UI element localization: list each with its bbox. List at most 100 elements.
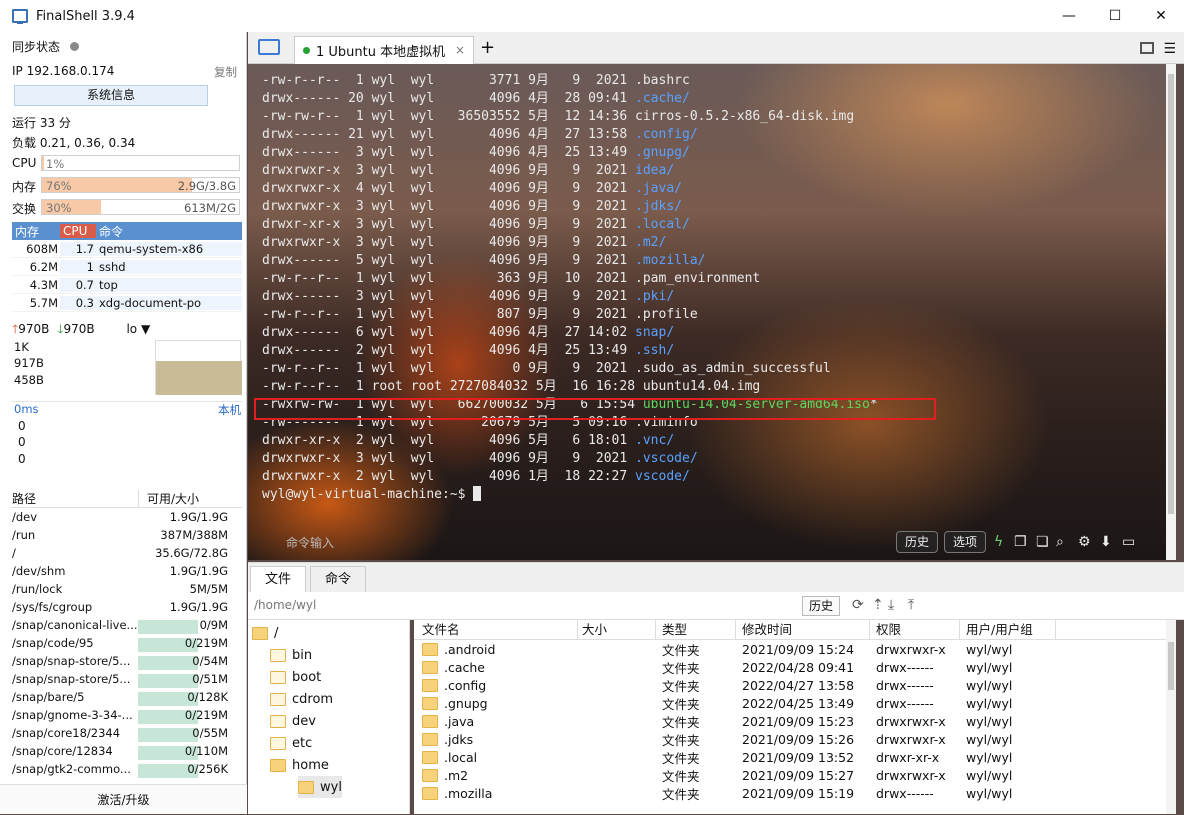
disk-row[interactable]: /snap/gnome-3-34-... 0/219M [10,706,242,724]
file-row[interactable]: .jdks 文件夹 2021/09/09 15:26 drwxrwxr-x wyl/wy… [414,730,1176,748]
file-row[interactable]: .config 文件夹 2022/04/27 13:58 drwx------ wyl/… [414,676,1176,694]
file-row[interactable]: .local 文件夹 2021/09/09 13:52 drwxr-xr-x wyl/w… [414,748,1176,766]
file-name-cell: .local [414,750,578,765]
disk-row[interactable]: /snap/code/95 0/219M [10,634,242,652]
file-header-2[interactable]: 大小 [578,620,656,640]
net-interface-select[interactable]: lo ▼ [126,322,150,336]
tree-node[interactable]: dev [270,710,316,732]
download-file-icon[interactable]: ⤓ [888,597,894,613]
disk-row[interactable]: /snap/core/12834 0/110M [10,742,242,760]
process-row[interactable]: 4.3M 0.7 top [12,276,242,294]
disk-path: /run [12,528,36,542]
options-button[interactable]: 选项 [944,531,987,553]
gear-icon[interactable]: ⚙ [1078,534,1091,550]
sync-status-label: 同步状态 [12,38,79,55]
copy-icon[interactable]: ❐ [1014,534,1027,550]
folder-icon [422,786,438,800]
lightning-icon[interactable]: ϟ [994,534,1003,550]
file-row[interactable]: .android 文件夹 2021/09/09 15:24 drwxrwxr-x wyl… [414,640,1176,658]
history-button[interactable]: 历史 [896,531,939,553]
disk-header-path[interactable]: 路径 [10,490,138,507]
sync-status-dot-icon [69,42,79,51]
command-input[interactable]: 命令输入 [286,534,334,551]
disk-row[interactable]: / 35.6G/72.8G [10,544,242,562]
file-header-4[interactable]: 修改时间 [736,620,870,640]
disk-row[interactable]: /run 387M/388M [10,526,242,544]
minimize-button[interactable]: — [1046,0,1092,32]
tree-node[interactable]: bin [270,644,312,666]
tree-node[interactable]: home [270,754,329,776]
proc-header-cpu[interactable]: CPU [60,224,96,238]
tab-ubuntu-session[interactable]: 1 Ubuntu 本地虚拟机 × [294,36,474,64]
file-list-scrollbar[interactable] [1166,620,1176,814]
activate-upgrade-button[interactable]: 激活/升级 [0,784,247,814]
terminal-line: drwxrwxr-x 3 wyl wyl 4096 9月 9 2021 .m2/ [262,235,666,250]
file-name: .local [444,749,478,765]
file-header-5[interactable]: 权限 [870,620,960,640]
terminal-line: drwx------ 5 wyl wyl 4096 9月 9 2021 .moz… [262,253,705,268]
disk-row[interactable]: /snap/canonical-live... 0/9M [10,616,242,634]
disk-row[interactable]: /dev 1.9G/1.9G [10,508,242,526]
path-history-button[interactable]: 历史 [802,596,841,616]
file-row[interactable]: .cache 文件夹 2022/04/28 09:41 drwx------ wyl/w… [414,658,1176,676]
proc-cpu: 1.7 [60,241,96,256]
terminal-line: drwxrwxr-x 2 wyl wyl 4096 1月 18 22:27 vs… [262,469,690,484]
tree-node[interactable]: / [252,622,278,644]
tree-node[interactable]: cdrom [270,688,333,710]
disk-row[interactable]: /run/lock 5M/5M [10,580,242,598]
tree-node[interactable]: etc [270,732,312,754]
proc-mem: 4.3M [29,277,58,292]
close-tab-icon[interactable]: × [455,43,465,57]
file-mtime: 2021/09/09 15:27 [742,767,855,783]
disk-row[interactable]: /snap/snap-store/5... 0/51M [10,670,242,688]
hamburger-menu-icon[interactable]: ☰ [1163,41,1176,57]
close-button[interactable]: ✕ [1138,0,1184,32]
up-dir-icon[interactable]: ⇡ [872,597,884,613]
file-header-6[interactable]: 用户/用户组 [960,620,1056,640]
file-row[interactable]: .m2 文件夹 2021/09/09 15:27 drwxrwxr-x wyl/wyl [414,766,1176,784]
paste-icon[interactable]: ❏ [1036,534,1049,550]
proc-header-cmd[interactable]: 命令 [96,223,242,240]
ping-host[interactable]: 本机 [218,402,241,418]
refresh-icon[interactable]: ⟳ [852,597,864,613]
terminal-output[interactable]: -rw-r--r-- 1 wyl wyl 3771 9月 9 2021 .bas… [262,72,878,504]
grid-layout-icon[interactable] [1140,42,1154,54]
tree-node[interactable]: boot [270,666,321,688]
search-icon[interactable]: ⌕ [1056,534,1064,550]
terminal[interactable]: -rw-r--r-- 1 wyl wyl 3771 9月 9 2021 .bas… [248,64,1176,560]
tree-node[interactable]: wyl [298,776,342,798]
system-info-button[interactable]: 系统信息 [14,85,208,106]
upload-file-icon[interactable]: ⤒ [908,597,914,613]
disk-row[interactable]: /dev/shm 1.9G/1.9G [10,562,242,580]
proc-header-mem[interactable]: 内存 [12,222,60,240]
copy-ip-button[interactable]: 复制 [214,64,237,80]
terminal-line-name: .gnupg/ [635,145,690,160]
process-row[interactable]: 6.2M 1 sshd [12,258,242,276]
disk-row[interactable]: /snap/core18/2344 0/55M [10,724,242,742]
file-row[interactable]: .java 文件夹 2021/09/09 15:23 drwxrwxr-x wyl/wy… [414,712,1176,730]
disk-row[interactable]: /snap/gtk2-commo... 0/256K [10,760,242,778]
fullscreen-icon[interactable]: ▭ [1122,534,1135,550]
process-row[interactable]: 608M 1.7 qemu-system-x86 [12,240,242,258]
maximize-button[interactable]: ☐ [1092,0,1138,32]
disk-usage-cell: 0/51M [138,672,230,688]
file-header-3[interactable]: 类型 [656,620,736,640]
tab-commands[interactable]: 命令 [310,566,366,593]
file-header-1[interactable]: 文件名 [414,620,578,640]
path-bar: /home/wyl 历史 ⟳ ⇡ ⤓ ⤒ [248,592,1184,620]
terminal-scrollbar[interactable] [1166,64,1176,560]
directory-tree: / bin boot cdrom dev etc home wyl [248,620,410,814]
file-row[interactable]: .mozilla 文件夹 2021/09/09 15:19 drwx------ wyl… [414,784,1176,802]
download-icon[interactable]: ⬇ [1100,534,1112,550]
disk-header-usage[interactable]: 可用/大小 [138,490,238,507]
file-row[interactable]: .gnupg 文件夹 2022/04/25 13:49 drwx------ wyl/w… [414,694,1176,712]
path-input[interactable]: /home/wyl [254,598,316,612]
file-type: 文件夹 [662,768,700,784]
add-tab-button[interactable]: + [480,37,495,58]
tab-files[interactable]: 文件 [250,566,306,593]
disk-row[interactable]: /snap/snap-store/5... 0/54M [10,652,242,670]
disk-row[interactable]: /snap/bare/5 0/128K [10,688,242,706]
process-row[interactable]: 5.7M 0.3 xdg-document-po [12,294,242,312]
open-folder-icon[interactable] [258,39,280,55]
disk-row[interactable]: /sys/fs/cgroup 1.9G/1.9G [10,598,242,616]
